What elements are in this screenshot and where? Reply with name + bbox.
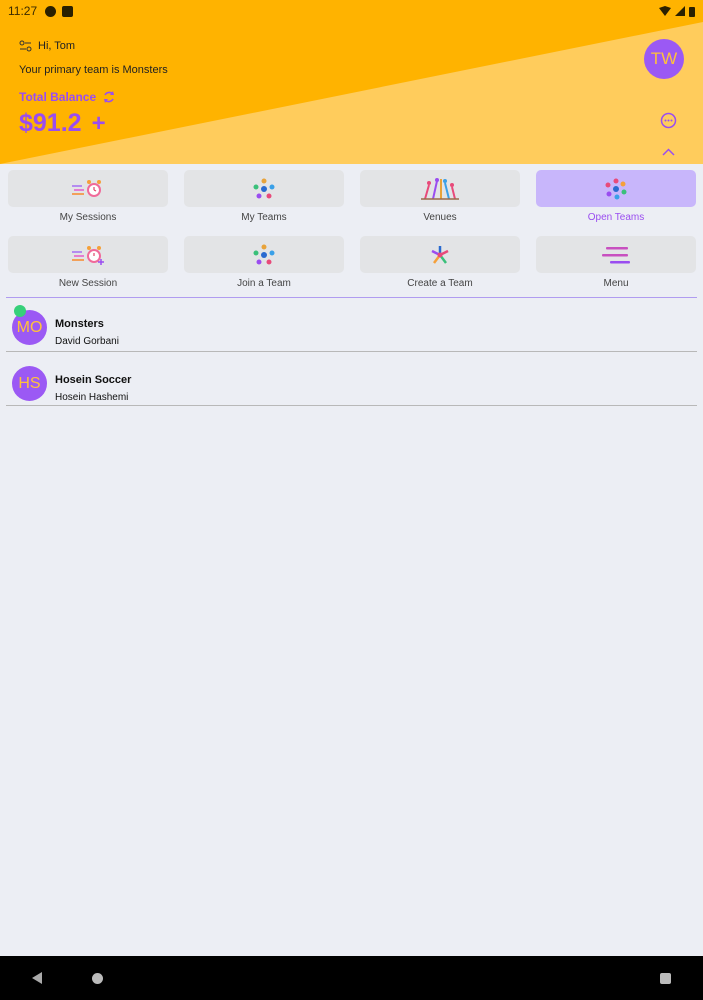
balance-amount: $91.2 + — [19, 109, 106, 138]
open-teams-label: Open Teams — [587, 212, 645, 223]
venues-tile[interactable]: Venues — [360, 170, 520, 236]
venues-button[interactable] — [360, 170, 520, 207]
chat-bubble-icon[interactable] — [660, 112, 677, 129]
app-notification-icon — [45, 5, 57, 17]
header: Hi, Tom Your primary team is Monsters To… — [0, 0, 703, 164]
greeting-text: Hi, Tom — [38, 40, 76, 52]
menu-label: Menu — [603, 278, 629, 289]
team-row-hosein-soccer[interactable]: HS Hosein Soccer Hosein Hashemi — [6, 352, 697, 406]
team-circle-icon — [253, 178, 275, 198]
team-name: Monsters — [55, 318, 104, 330]
new-session-label: New Session — [58, 278, 118, 289]
sd-card-icon — [62, 5, 74, 17]
team-owner: David Gorbani — [55, 336, 119, 347]
home-icon[interactable] — [92, 972, 103, 984]
menu-grid: My Sessions My Teams Venues Open Teams N… — [8, 170, 696, 302]
add-funds-button[interactable]: + — [92, 110, 106, 138]
new-session-tile[interactable]: New Session — [8, 236, 168, 302]
balance-value-text: $91.2 — [19, 109, 82, 137]
settings-sliders-icon[interactable] — [19, 40, 32, 52]
total-balance-label: Total Balance — [19, 90, 116, 104]
menu-button[interactable] — [536, 236, 696, 273]
wifi-icon — [659, 6, 671, 16]
create-team-icon — [431, 245, 449, 264]
header-background — [0, 0, 703, 164]
status-right — [659, 6, 695, 17]
team-owner: Hosein Hashemi — [55, 392, 129, 403]
recent-apps-icon[interactable] — [660, 972, 671, 984]
total-balance-text: Total Balance — [19, 90, 97, 104]
alarm-clock-icon — [72, 179, 101, 197]
team-avatar: HS — [12, 366, 47, 401]
create-team-button[interactable] — [360, 236, 520, 273]
open-teams-tile[interactable]: Open Teams — [536, 170, 696, 236]
my-sessions-button[interactable] — [8, 170, 168, 207]
create-team-tile[interactable]: Create a Team — [360, 236, 520, 302]
join-team-button[interactable] — [184, 236, 344, 273]
my-teams-label: My Teams — [241, 212, 287, 223]
venues-label: Venues — [423, 212, 457, 223]
status-bar: 11:27 — [0, 0, 703, 22]
refresh-icon[interactable] — [102, 90, 116, 104]
my-sessions-tile[interactable]: My Sessions — [8, 170, 168, 236]
menu-row-1: My Sessions My Teams Venues Open Teams — [8, 170, 696, 236]
user-avatar[interactable]: TW — [644, 39, 684, 79]
team-list: MO Monsters David Gorbani HS Hosein Socc… — [6, 298, 697, 406]
open-teams-icon — [605, 178, 627, 199]
team-name: Hosein Soccer — [55, 374, 132, 386]
menu-row-2: New Session Join a Team Create a Team Me… — [8, 236, 696, 302]
open-teams-button[interactable] — [536, 170, 696, 207]
hamburger-icon — [602, 246, 630, 263]
join-team-label: Join a Team — [237, 278, 291, 289]
my-sessions-label: My Sessions — [59, 212, 117, 223]
my-teams-button[interactable] — [184, 170, 344, 207]
create-team-label: Create a Team — [407, 278, 473, 289]
join-team-icon — [253, 244, 275, 264]
greeting-row: Hi, Tom — [19, 40, 75, 52]
back-icon[interactable] — [32, 972, 42, 984]
primary-team-text: Your primary team is Monsters — [19, 64, 168, 76]
battery-icon — [689, 6, 695, 17]
signal-icon — [675, 6, 685, 16]
menu-tile[interactable]: Menu — [536, 236, 696, 302]
alarm-plus-icon — [72, 245, 104, 265]
new-session-button[interactable] — [8, 236, 168, 273]
system-nav-bar — [0, 956, 703, 1000]
chevron-up-icon[interactable] — [662, 148, 675, 156]
online-status-dot — [14, 305, 26, 317]
my-teams-tile[interactable]: My Teams — [184, 170, 344, 236]
team-row-monsters[interactable]: MO Monsters David Gorbani — [6, 298, 697, 352]
venue-people-icon — [421, 177, 459, 200]
status-time: 11:27 — [8, 4, 38, 18]
join-team-tile[interactable]: Join a Team — [184, 236, 344, 302]
